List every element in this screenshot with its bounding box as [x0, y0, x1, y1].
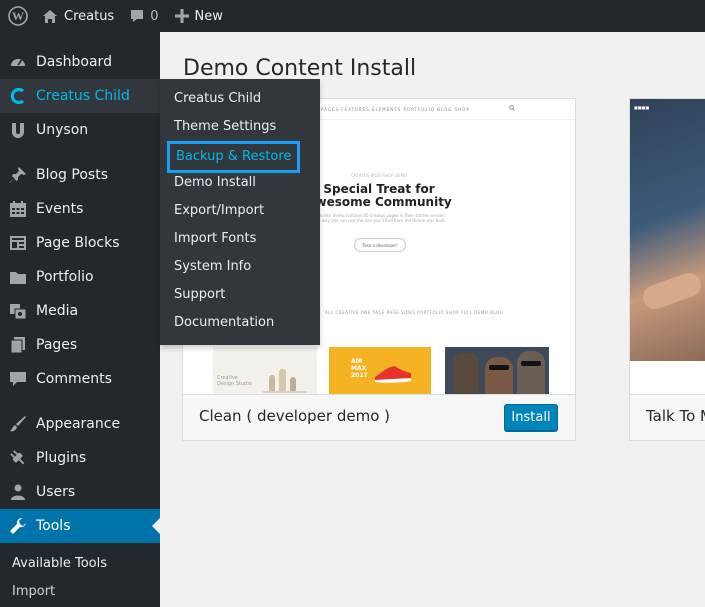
flyout-item-system-info[interactable]: System Info — [174, 258, 251, 276]
flyout-item-documentation[interactable]: Documentation — [174, 314, 274, 332]
sidebar-item-page-blocks[interactable]: Page Blocks — [0, 226, 160, 260]
comment-bubble-icon — [131, 10, 144, 22]
preview-tile-airmax: AIR MAX 2017 — [329, 347, 431, 394]
sidebar-item-tools[interactable]: Tools — [0, 509, 160, 543]
sidebar-item-dashboard[interactable]: Dashboard — [0, 45, 160, 79]
flyout-arrow — [152, 88, 160, 104]
preview-nav: PAGES FEATURES ELEMENTS PORTFOLIO BLOG S… — [321, 107, 470, 112]
preview-search-icon — [509, 105, 515, 111]
sidebar-item-portfolio[interactable]: Portfolio — [0, 260, 160, 294]
creatus-flyout-menu: Creatus Child Theme Settings Backup & Re… — [160, 79, 320, 345]
sidebar-item-creatus-child[interactable]: Creatus Child — [0, 79, 160, 113]
wrench-icon — [0, 517, 36, 535]
brush-icon — [0, 415, 36, 433]
folder-icon — [0, 268, 36, 286]
comments-link[interactable]: 0 — [122, 0, 166, 32]
flyout-item-export-import[interactable]: Export/Import — [174, 202, 264, 220]
sidebar-item-media[interactable]: Media — [0, 294, 160, 328]
svg-text:W: W — [12, 9, 24, 23]
tile-airmax-line2: MAX — [351, 365, 367, 372]
sidebar-item-events[interactable]: Events — [0, 192, 160, 226]
flyout-item-theme-settings[interactable]: Theme Settings — [174, 118, 276, 136]
flyout-item-creatus-child[interactable]: Creatus Child — [174, 90, 261, 108]
demo-card-talk[interactable]: ■■■■ Talk To M — [629, 98, 705, 441]
pin-icon — [0, 166, 36, 184]
creatus-c-icon — [0, 87, 36, 105]
demo-card-2-footer: Talk To M — [630, 394, 705, 440]
media-icon — [0, 302, 36, 320]
dashboard-icon — [0, 53, 36, 71]
home-icon — [43, 9, 57, 23]
preview-filters: ALL CREATIVE ONE PAGE PAGE SIDES PORTFOL… — [325, 310, 504, 315]
sidebar-item-blog-posts[interactable]: Blog Posts — [0, 158, 160, 192]
submenu-import[interactable]: Import — [12, 584, 55, 599]
comments-icon — [0, 370, 36, 388]
sidebar-item-unyson[interactable]: Unyson — [0, 113, 160, 147]
tile-studio-line2: Design Studio — [217, 381, 252, 387]
demo-card-footer: Clean ( developer demo ) Install — [183, 394, 575, 440]
submenu-available-tools[interactable]: Available Tools — [12, 556, 107, 571]
admin-bar: W Creatus 0 New — [0, 0, 705, 32]
tile-airmax-line3: 2017 — [351, 372, 368, 379]
sidebar-item-pages[interactable]: Pages — [0, 328, 160, 362]
calendar-icon — [0, 200, 36, 218]
flyout-item-support[interactable]: Support — [174, 286, 225, 304]
new-label: New — [194, 8, 223, 24]
new-content-link[interactable]: New — [167, 0, 231, 32]
blocks-icon — [0, 234, 36, 252]
plus-icon — [174, 9, 189, 23]
flyout-item-backup-restore[interactable]: Backup & Restore — [167, 141, 301, 173]
site-name-label: Creatus — [64, 8, 115, 24]
sneaker-image — [375, 366, 411, 383]
sidebar-item-comments[interactable]: Comments — [0, 362, 160, 396]
preview-tile-people — [445, 347, 549, 394]
demo-name-2: Talk To M — [646, 407, 705, 425]
page-title: Demo Content Install — [183, 56, 417, 81]
comments-count: 0 — [150, 8, 159, 24]
preview-tile-studio: Creative Design Studio — [213, 347, 317, 394]
install-button[interactable]: Install — [504, 404, 558, 431]
pages-icon — [0, 336, 36, 354]
wordpress-logo-icon[interactable]: W — [0, 0, 36, 32]
unyson-icon — [0, 121, 36, 139]
flyout-item-demo-install[interactable]: Demo Install — [174, 174, 256, 192]
demo-screenshot-2: ■■■■ — [630, 99, 705, 361]
flyout-item-import-fonts[interactable]: Import Fonts — [174, 230, 256, 248]
plugin-icon — [0, 449, 36, 467]
users-icon — [0, 483, 36, 501]
preview2-logo: ■■■■ — [634, 105, 650, 110]
admin-sidebar: Dashboard Creatus Child Unyson Blog Post… — [0, 32, 160, 607]
site-name-link[interactable]: Creatus — [36, 0, 122, 32]
sidebar-item-users[interactable]: Users — [0, 475, 160, 509]
preview-button: Take a developer! — [354, 238, 406, 252]
sidebar-item-plugins[interactable]: Plugins — [0, 441, 160, 475]
current-menu-arrow — [152, 518, 160, 534]
sidebar-item-appearance[interactable]: Appearance — [0, 407, 160, 441]
demo-name: Clean ( developer demo ) — [199, 407, 391, 425]
tile-airmax-line1: AIR — [351, 358, 363, 365]
